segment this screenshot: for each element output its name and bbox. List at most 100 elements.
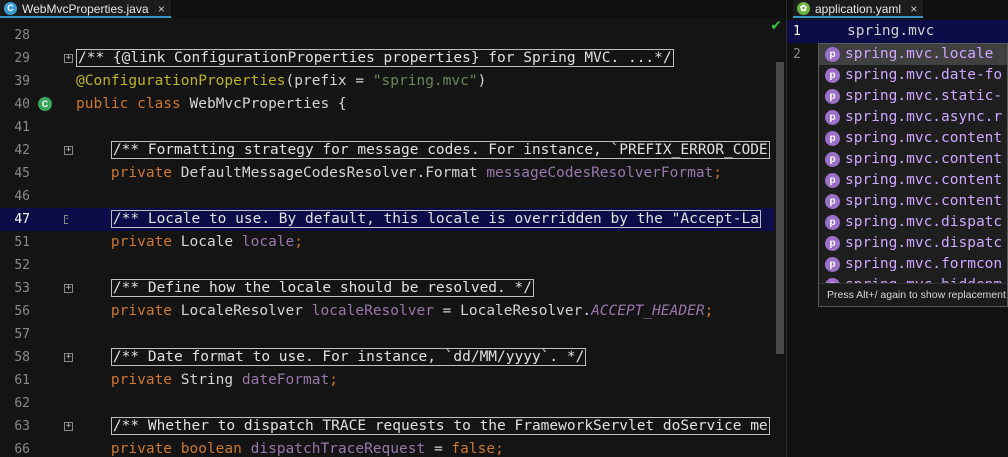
right-tab-bar: ✿ application.yaml ×	[787, 0, 1008, 18]
java-class-icon: C	[4, 2, 17, 15]
completion-item[interactable]: p spring.mvc.content	[819, 149, 1007, 170]
property-icon: p	[825, 215, 840, 230]
property-icon: p	[825, 47, 840, 62]
spring-icon: ✿	[797, 2, 810, 15]
line-number: 42	[14, 143, 30, 158]
code-token: @ConfigurationProperties	[76, 73, 286, 89]
completion-item[interactable]: p spring.mvc.date-fo	[819, 65, 1007, 86]
code-token: messageCodesResolverFormat	[486, 165, 714, 181]
property-icon: p	[825, 194, 840, 209]
code-token: DefaultMessageCodesResolver.Format	[180, 165, 487, 181]
completion-item[interactable]: p spring.mvc.content	[819, 191, 1007, 212]
vertical-scrollbar[interactable]	[776, 62, 784, 354]
property-icon: p	[825, 152, 840, 167]
code-token: ACCEPT_HEADER	[591, 303, 705, 319]
code-line[interactable]	[68, 116, 774, 139]
code-line[interactable]: private boolean dispatchTraceRequest = f…	[68, 438, 774, 457]
collapsed-comment[interactable]: /** {@link ConfigurationProperties prope…	[76, 49, 674, 67]
code-line[interactable]: /** Date format to use. For instance, `d…	[68, 346, 774, 369]
code-line[interactable]: private LocaleResolver localeResolver = …	[68, 300, 774, 323]
close-icon[interactable]: ×	[158, 2, 165, 16]
line-number: 46	[14, 189, 30, 204]
line-number: 56	[14, 304, 30, 319]
completion-item[interactable]: p spring.mvc.locale	[819, 44, 1007, 65]
code-token: ;	[294, 234, 303, 250]
completion-item[interactable]: p spring.mvc.formcon	[819, 254, 1007, 275]
code-line[interactable]	[68, 254, 774, 277]
code-line[interactable]: private String dateFormat;	[68, 369, 774, 392]
property-icon: p	[825, 89, 840, 104]
code-token: private	[110, 165, 181, 181]
collapsed-comment[interactable]: /** Whether to dispatch TRACE requests t…	[110, 417, 770, 435]
completion-item-label: spring.mvc.async.r	[845, 109, 1003, 125]
completion-item-label: spring.mvc.content	[845, 151, 1003, 167]
code-line[interactable]	[68, 392, 774, 415]
line-number: 29	[14, 51, 30, 66]
collapsed-comment[interactable]: /** Define how the locale should be reso…	[110, 279, 534, 297]
code-line[interactable]	[68, 24, 774, 47]
line-number: 39	[14, 74, 30, 89]
code-line[interactable]	[68, 185, 774, 208]
property-icon: p	[825, 131, 840, 146]
code-token: WebMvcProperties {	[189, 96, 347, 112]
tab-title: WebMvcProperties.java	[22, 2, 149, 16]
code-token: dateFormat	[241, 372, 330, 388]
collapsed-comment[interactable]: /** Locale to use. By default, this loca…	[110, 210, 761, 228]
line-number: 51	[14, 235, 30, 250]
line-number: 52	[14, 258, 30, 273]
line-number: 66	[14, 442, 30, 457]
line-number: 57	[14, 327, 30, 342]
completion-item-label: spring.mvc.date-fo	[845, 67, 1003, 83]
code-line[interactable]: /** Formatting strategy for message code…	[68, 139, 774, 162]
completion-item[interactable]: p spring.mvc.content	[819, 170, 1007, 191]
completion-item-label: spring.mvc.dispatc	[845, 235, 1003, 251]
close-icon[interactable]: ×	[910, 2, 917, 16]
collapsed-comment[interactable]: /** Date format to use. For instance, `d…	[110, 348, 587, 366]
completion-item-label: spring.mvc.locale	[845, 46, 994, 62]
code-token: =	[425, 441, 452, 457]
tab-webmvcproperties-java[interactable]: C WebMvcProperties.java ×	[0, 0, 171, 18]
code-token: localeResolver	[311, 303, 434, 319]
code-line[interactable]: /** {@link ConfigurationProperties prope…	[68, 47, 774, 70]
code-token: )	[477, 73, 487, 89]
code-token: class	[137, 96, 190, 112]
line-number: 1	[793, 24, 801, 39]
left-tab-bar: C WebMvcProperties.java ×	[0, 0, 786, 18]
code-token: ;	[704, 303, 714, 319]
completion-item[interactable]: p spring.mvc.async.r	[819, 107, 1007, 128]
code-area[interactable]: /** {@link ConfigurationProperties prope…	[68, 18, 774, 457]
property-icon: p	[825, 110, 840, 125]
completion-item[interactable]: p spring.mvc.content	[819, 128, 1007, 149]
code-line[interactable]: public class WebMvcProperties {	[68, 93, 774, 116]
completion-item[interactable]: p spring.mvc.dispatc	[819, 233, 1007, 254]
completion-item[interactable]: p spring.mvc.static-	[819, 86, 1007, 107]
code-line[interactable]: @ConfigurationProperties(prefix = "sprin…	[68, 70, 774, 93]
property-icon: p	[825, 173, 840, 188]
collapsed-comment[interactable]: /** Formatting strategy for message code…	[110, 141, 770, 159]
line-number: 63	[14, 419, 30, 434]
spring-bean-icon[interactable]: C	[38, 97, 52, 111]
line-number-gutter: 2829+3940C4142+454647+515253+565758+6162…	[0, 18, 73, 457]
tab-application-yaml[interactable]: ✿ application.yaml ×	[793, 0, 924, 18]
completion-popup[interactable]: p spring.mvc.locale p spring.mvc.date-fo p sp…	[818, 43, 1008, 307]
code-line[interactable]: private DefaultMessageCodesResolver.Form…	[68, 162, 774, 185]
code-line[interactable]: /** Locale to use. By default, this loca…	[68, 208, 774, 231]
code-line[interactable]: /** Define how the locale should be reso…	[68, 277, 774, 300]
code-line[interactable]: /** Whether to dispatch TRACE requests t…	[68, 415, 774, 438]
yaml-line[interactable]: spring.mvc	[847, 20, 1008, 43]
java-editor-pane[interactable]: C WebMvcProperties.java × 28 29 +39 40 C 41 42…	[0, 0, 786, 457]
completion-item-label: spring.mvc.formcon	[845, 256, 1003, 272]
completion-item-label: spring.mvc.content	[845, 130, 1003, 146]
code-token: boolean	[180, 441, 251, 457]
code-line[interactable]	[68, 323, 774, 346]
completion-item[interactable]: p spring.mvc.dispatc	[819, 212, 1007, 233]
code-line[interactable]: private Locale locale;	[68, 231, 774, 254]
line-number: 62	[14, 396, 30, 411]
